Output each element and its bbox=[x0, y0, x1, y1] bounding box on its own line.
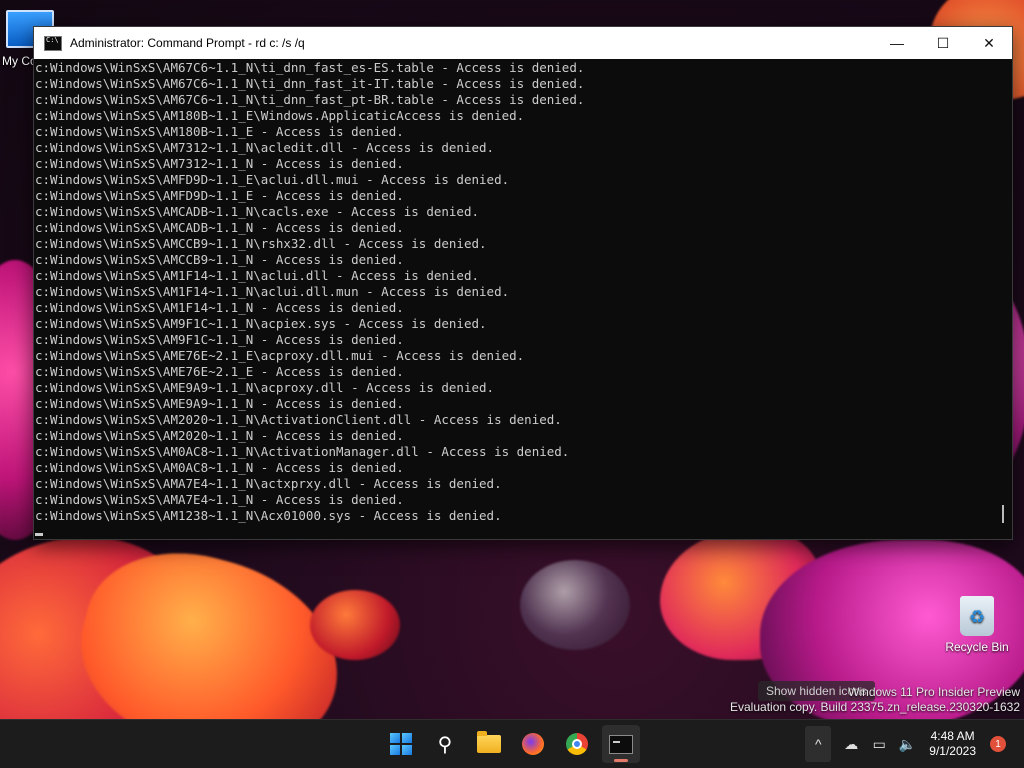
console-line: c:Windows\WinSxS\AMCCB9~1.1_N\rshx32.dll… bbox=[35, 236, 487, 251]
console-line: c:Windows\WinSxS\AME9A9~1.1_N\acproxy.dl… bbox=[35, 380, 495, 395]
console-line: c:Windows\WinSxS\AME76E~2.1_E\acproxy.dl… bbox=[35, 348, 525, 363]
system-tray: ^ ☁ ▭ 🔈 4:48 AM 9/1/2023 1 bbox=[805, 720, 1024, 768]
console-line: c:Windows\WinSxS\AM9F1C~1.1_N - Access i… bbox=[35, 332, 404, 347]
firefox-button[interactable] bbox=[514, 725, 552, 763]
console-line: c:Windows\WinSxS\AM0AC8~1.1_N\Activation… bbox=[35, 444, 570, 459]
chrome-button[interactable] bbox=[558, 725, 596, 763]
console-line: c:Windows\WinSxS\AMCCB9~1.1_N - Access i… bbox=[35, 252, 404, 267]
console-line: c:Windows\WinSxS\AM2020~1.1_N\Activation… bbox=[35, 412, 562, 427]
windows-logo-icon bbox=[390, 733, 412, 755]
console-line: c:Windows\WinSxS\AM180B~1.1_E - Access i… bbox=[35, 124, 404, 139]
notification-badge[interactable]: 1 bbox=[990, 736, 1006, 752]
windows-watermark: Windows 11 Pro Insider Preview Evaluatio… bbox=[730, 685, 1020, 715]
clock[interactable]: 4:48 AM 9/1/2023 bbox=[929, 729, 976, 759]
console-lines: c:Windows\WinSxS\AM67C6~1.1_N\ti_dnn_fas… bbox=[34, 59, 1012, 524]
console-line: c:Windows\WinSxS\AMFD9D~1.1_E - Access i… bbox=[35, 188, 404, 203]
terminal-icon bbox=[609, 734, 633, 754]
chrome-icon bbox=[566, 733, 588, 755]
watermark-edition: Windows 11 Pro Insider Preview bbox=[848, 685, 1020, 699]
wallpaper-shape bbox=[310, 590, 400, 660]
console-line: c:Windows\WinSxS\AM9F1C~1.1_N\acpiex.sys… bbox=[35, 316, 487, 331]
file-explorer-button[interactable] bbox=[470, 725, 508, 763]
console-line: c:Windows\WinSxS\AM67C6~1.1_N\ti_dnn_fas… bbox=[35, 76, 585, 91]
console-line: c:Windows\WinSxS\AM0AC8~1.1_N - Access i… bbox=[35, 460, 404, 475]
maximize-button[interactable]: ☐ bbox=[920, 27, 966, 59]
scrollbar-thumb[interactable] bbox=[1002, 505, 1004, 523]
recycle-bin-icon: ♻ bbox=[960, 596, 994, 636]
console-line: c:Windows\WinSxS\AMA7E4~1.1_N\actxprxy.d… bbox=[35, 476, 502, 491]
clock-time: 4:48 AM bbox=[930, 729, 975, 743]
watermark-build: Evaluation copy. Build 23375.zn_release.… bbox=[730, 700, 1020, 714]
text-cursor bbox=[35, 533, 43, 536]
console-line: c:Windows\WinSxS\AMCADB~1.1_N - Access i… bbox=[35, 220, 404, 235]
volume-icon[interactable]: 🔈 bbox=[893, 726, 921, 762]
search-icon: ⚲ bbox=[437, 733, 453, 756]
show-hidden-icons-button[interactable]: ^ bbox=[805, 726, 832, 762]
cmd-icon bbox=[44, 35, 62, 51]
desktop-icon-label: Recycle Bin bbox=[945, 640, 1009, 654]
console-line: c:Windows\WinSxS\AM1F14~1.1_N\aclui.dll … bbox=[35, 268, 480, 283]
firefox-icon bbox=[522, 733, 544, 755]
console-line: c:Windows\WinSxS\AM1F14~1.1_N\aclui.dll.… bbox=[35, 284, 510, 299]
console-line: c:Windows\WinSxS\AM1238~1.1_N\Acx01000.s… bbox=[35, 508, 502, 523]
clock-date: 9/1/2023 bbox=[929, 744, 976, 758]
console-line: c:Windows\WinSxS\AM7312~1.1_N\acledit.dl… bbox=[35, 140, 495, 155]
terminal-button[interactable] bbox=[602, 725, 640, 763]
console-output[interactable]: c:Windows\WinSxS\AM67C6~1.1_N\ti_dnn_fas… bbox=[34, 59, 1012, 538]
console-line: c:Windows\WinSxS\AM180B~1.1_E\Windows.Ap… bbox=[35, 108, 525, 123]
console-line: c:Windows\WinSxS\AME76E~2.1_E - Access i… bbox=[35, 364, 404, 379]
minimize-button[interactable]: — bbox=[874, 27, 920, 59]
console-line: c:Windows\WinSxS\AM67C6~1.1_N\ti_dnn_fas… bbox=[35, 92, 585, 107]
start-button[interactable] bbox=[382, 725, 420, 763]
console-line: c:Windows\WinSxS\AM7312~1.1_N - Access i… bbox=[35, 156, 404, 171]
desktop-icon-recycle-bin[interactable]: ♻ Recycle Bin bbox=[940, 596, 1014, 654]
console-line: c:Windows\WinSxS\AM67C6~1.1_N\ti_dnn_fas… bbox=[35, 60, 585, 75]
console-line: c:Windows\WinSxS\AMCADB~1.1_N\cacls.exe … bbox=[35, 204, 480, 219]
console-line: c:Windows\WinSxS\AM1F14~1.1_N - Access i… bbox=[35, 300, 404, 315]
console-line: c:Windows\WinSxS\AME9A9~1.1_N - Access i… bbox=[35, 396, 404, 411]
console-line: c:Windows\WinSxS\AM2020~1.1_N - Access i… bbox=[35, 428, 404, 443]
window-title: Administrator: Command Prompt - rd c: /s… bbox=[70, 36, 305, 50]
search-button[interactable]: ⚲ bbox=[426, 725, 464, 763]
wallpaper-bubble bbox=[520, 560, 630, 650]
console-line: c:Windows\WinSxS\AMA7E4~1.1_N - Access i… bbox=[35, 492, 404, 507]
network-icon[interactable]: ▭ bbox=[865, 726, 893, 762]
taskbar-apps: ⚲ bbox=[382, 720, 640, 768]
cloud-offline-icon[interactable]: ☁ bbox=[837, 726, 865, 762]
window-titlebar[interactable]: Administrator: Command Prompt - rd c: /s… bbox=[34, 27, 1012, 59]
command-prompt-window[interactable]: Administrator: Command Prompt - rd c: /s… bbox=[33, 26, 1013, 540]
console-line: c:Windows\WinSxS\AMFD9D~1.1_E\aclui.dll.… bbox=[35, 172, 510, 187]
close-button[interactable]: ✕ bbox=[966, 27, 1012, 59]
taskbar: ⚲ ^ ☁ ▭ 🔈 4:48 AM 9/1/2023 1 bbox=[0, 719, 1024, 768]
folder-icon bbox=[477, 731, 501, 753]
